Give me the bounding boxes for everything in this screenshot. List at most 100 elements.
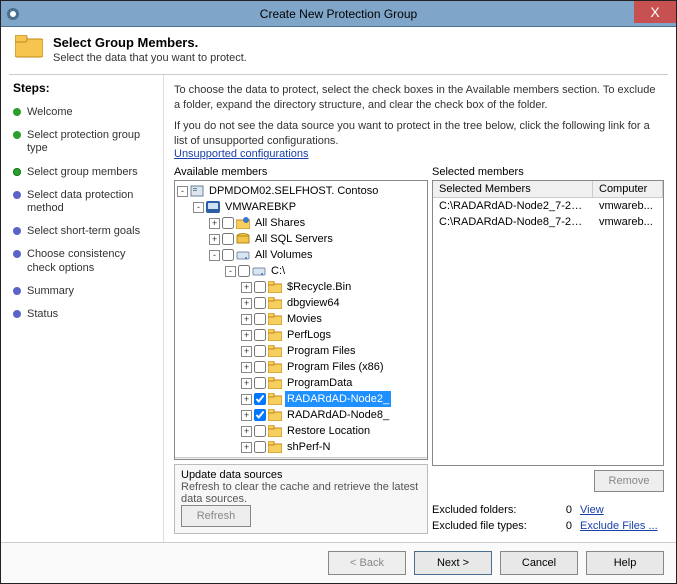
folder-icon xyxy=(268,377,282,389)
tree-twisty-icon[interactable]: + xyxy=(241,442,252,453)
help-button[interactable]: Help xyxy=(586,551,664,575)
wizard-step[interactable]: Choose consistency check options xyxy=(13,243,155,279)
tree-node[interactable]: + shPerf-N xyxy=(177,439,427,455)
tree-twisty-icon[interactable]: + xyxy=(241,410,252,421)
tree-node[interactable]: + All SQL Servers xyxy=(177,231,427,247)
tree-node[interactable]: - All Volumes xyxy=(177,247,427,263)
tree-label[interactable]: All Volumes xyxy=(253,247,314,263)
tree-node[interactable]: - VMWAREBKP xyxy=(177,199,427,215)
unsupported-config-link[interactable]: Unsupported configurations xyxy=(174,148,664,160)
scroll-left-icon[interactable]: < xyxy=(175,459,191,460)
tree-label[interactable]: PerfLogs xyxy=(285,327,333,343)
cancel-button[interactable]: Cancel xyxy=(500,551,578,575)
tree-checkbox[interactable] xyxy=(254,329,266,341)
wizard-step[interactable]: Status xyxy=(13,303,155,326)
tree-node[interactable]: - C:\ xyxy=(177,263,427,279)
tree-label[interactable]: RADARdAD-Node2_ xyxy=(285,391,391,407)
remove-button[interactable]: Remove xyxy=(594,470,664,492)
close-button[interactable]: X xyxy=(634,1,676,23)
drive-icon xyxy=(252,265,266,277)
tree-node[interactable]: - DPMDOM02.SELFHOST. Contoso xyxy=(177,183,427,199)
selected-row[interactable]: C:\RADARdAD-Node2_7-26-6-...vmwareb... xyxy=(433,198,663,214)
wizard-step[interactable]: Select protection group type xyxy=(13,124,155,160)
tree-twisty-icon[interactable]: - xyxy=(225,266,236,277)
scroll-thumb[interactable] xyxy=(191,459,231,460)
tree-twisty-icon[interactable]: + xyxy=(241,394,252,405)
tree-node[interactable]: + $Recycle.Bin xyxy=(177,279,427,295)
selected-listview[interactable]: Selected Members Computer C:\RADARdAD-No… xyxy=(432,180,664,466)
tree-label[interactable]: Program Files (x86) xyxy=(285,359,386,375)
wizard-step[interactable]: Select group members xyxy=(13,161,155,184)
tree-twisty-icon[interactable]: + xyxy=(209,218,220,229)
tree-checkbox[interactable] xyxy=(222,217,234,229)
tree-node[interactable]: + Movies xyxy=(177,311,427,327)
available-tree[interactable]: -DPMDOM02.SELFHOST. Contoso-VMWAREBKP+Al… xyxy=(174,180,428,460)
folder-icon xyxy=(268,281,282,293)
tree-checkbox[interactable] xyxy=(254,393,266,405)
selected-row[interactable]: C:\RADARdAD-Node8_7-26-6-...vmwareb... xyxy=(433,214,663,230)
tree-twisty-icon[interactable]: + xyxy=(241,314,252,325)
tree-node[interactable]: + dbgview64 xyxy=(177,295,427,311)
excluded-folders-view-link[interactable]: View xyxy=(580,504,664,516)
tree-label[interactable]: C:\ xyxy=(269,263,287,279)
tree-label[interactable]: shPerf-N xyxy=(285,439,332,455)
tree-node[interactable]: + RADARdAD-Node2_ xyxy=(177,391,427,407)
tree-twisty-icon[interactable]: - xyxy=(193,202,204,213)
instruction-line-2: If you do not see the data source you wa… xyxy=(174,119,664,149)
tree-label[interactable]: DPMDOM02.SELFHOST. Contoso xyxy=(207,183,380,199)
tree-label[interactable]: All SQL Servers xyxy=(253,231,335,247)
tree-node[interactable]: + ProgramData xyxy=(177,375,427,391)
tree-checkbox[interactable] xyxy=(222,233,234,245)
tree-checkbox[interactable] xyxy=(238,265,250,277)
wizard-step[interactable]: Select data protection method xyxy=(13,184,155,220)
tree-twisty-icon[interactable]: + xyxy=(241,426,252,437)
tree-twisty-icon[interactable]: + xyxy=(241,298,252,309)
tree-checkbox[interactable] xyxy=(254,377,266,389)
tree-label[interactable]: Restore Location xyxy=(285,423,372,439)
tree-checkbox[interactable] xyxy=(222,249,234,261)
wizard-step[interactable]: Summary xyxy=(13,280,155,303)
tree-twisty-icon[interactable]: + xyxy=(209,234,220,245)
tree-node[interactable]: + PerfLogs xyxy=(177,327,427,343)
tree-label[interactable]: dbgview64 xyxy=(285,295,342,311)
tree-label[interactable]: RADARdAD-Node8_ xyxy=(285,407,391,423)
tree-checkbox[interactable] xyxy=(254,425,266,437)
tree-checkbox[interactable] xyxy=(254,409,266,421)
tree-twisty-icon[interactable]: + xyxy=(241,330,252,341)
col-selected-members[interactable]: Selected Members xyxy=(433,181,593,197)
next-button[interactable]: Next > xyxy=(414,551,492,575)
tree-twisty-icon[interactable]: - xyxy=(177,186,188,197)
scroll-right-icon[interactable]: > xyxy=(411,459,427,460)
tree-checkbox[interactable] xyxy=(254,345,266,357)
col-computer[interactable]: Computer xyxy=(593,181,663,197)
tree-node[interactable]: + All Shares xyxy=(177,215,427,231)
tree-checkbox[interactable] xyxy=(254,281,266,293)
tree-label[interactable]: Movies xyxy=(285,311,324,327)
tree-node[interactable]: + Restore Location xyxy=(177,423,427,439)
excluded-area: Excluded folders: 0 View Excluded file t… xyxy=(432,502,664,534)
tree-label[interactable]: All Shares xyxy=(253,215,307,231)
back-button[interactable]: < Back xyxy=(328,551,406,575)
tree-node[interactable]: + Program Files xyxy=(177,343,427,359)
exclude-files-link[interactable]: Exclude Files ... xyxy=(580,520,664,532)
tree-twisty-icon[interactable]: + xyxy=(241,378,252,389)
tree-hscrollbar[interactable]: < > xyxy=(175,457,427,460)
excluded-folders-label: Excluded folders: xyxy=(432,504,544,516)
tree-checkbox[interactable] xyxy=(254,297,266,309)
wizard-step[interactable]: Select short-term goals xyxy=(13,220,155,243)
refresh-button[interactable]: Refresh xyxy=(181,505,251,527)
tree-checkbox[interactable] xyxy=(254,313,266,325)
tree-label[interactable]: ProgramData xyxy=(285,375,354,391)
tree-node[interactable]: + Program Files (x86) xyxy=(177,359,427,375)
tree-label[interactable]: Program Files xyxy=(285,343,357,359)
tree-twisty-icon[interactable]: + xyxy=(241,282,252,293)
tree-checkbox[interactable] xyxy=(254,361,266,373)
tree-twisty-icon[interactable]: + xyxy=(241,346,252,357)
tree-node[interactable]: + RADARdAD-Node8_ xyxy=(177,407,427,423)
tree-twisty-icon[interactable]: + xyxy=(241,362,252,373)
tree-checkbox[interactable] xyxy=(254,441,266,453)
wizard-step[interactable]: Welcome xyxy=(13,101,155,124)
tree-label[interactable]: $Recycle.Bin xyxy=(285,279,353,295)
tree-twisty-icon[interactable]: - xyxy=(209,250,220,261)
tree-label[interactable]: VMWAREBKP xyxy=(223,199,298,215)
